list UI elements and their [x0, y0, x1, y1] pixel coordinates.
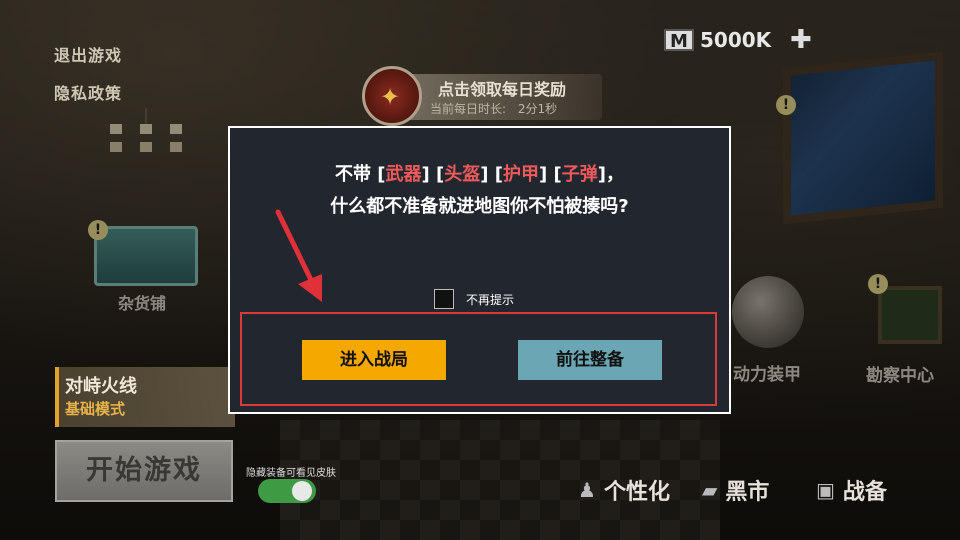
item-helmet: 头盔	[444, 164, 481, 185]
reward-timer-value: 2分1秒	[517, 102, 558, 116]
banknote-icon: ▰	[702, 478, 718, 502]
nav-black-market[interactable]: ▰ 黑市	[702, 474, 769, 506]
warning-prefix: 不带	[335, 164, 378, 185]
nav-personalize[interactable]: ♟ 个性化	[578, 474, 670, 506]
personalize-icon: ♟	[578, 478, 596, 502]
nav-personalize-label: 个性化	[603, 480, 670, 505]
nav-gear-label: 战备	[842, 480, 887, 505]
dont-show-again-row[interactable]: 不再提示	[434, 289, 514, 309]
add-currency-button[interactable]: ✚	[790, 27, 812, 53]
reward-puzzle-icon: ✦	[362, 66, 422, 126]
dont-show-again-checkbox[interactable]	[434, 289, 454, 309]
currency-icon: M	[664, 29, 694, 52]
start-game-button[interactable]: 开始游戏	[55, 440, 233, 502]
mode-selector[interactable]: 对峙火线 基础模式	[55, 367, 235, 427]
currency-amount: 5000K	[700, 28, 772, 52]
nav-gear[interactable]: ▣ 战备	[816, 474, 887, 506]
item-weapon: 武器	[385, 164, 422, 185]
reward-title: 点击领取每日奖励	[438, 80, 567, 99]
privacy-policy-link[interactable]: 隐私政策	[54, 80, 122, 104]
crate-icon: ▣	[816, 478, 835, 502]
reward-timer: 当前每日时长: 2分1秒	[430, 100, 557, 117]
warning-line-1: 不带 [武器] [头盔] [护甲] [子弹]，	[335, 164, 624, 185]
item-armor: 护甲	[503, 164, 539, 185]
daily-reward-banner[interactable]: ✦ 点击领取每日奖励 当前每日时长: 2分1秒	[362, 66, 602, 126]
mode-subtitle: 基础模式	[65, 400, 126, 418]
reward-timer-label: 当前每日时长:	[430, 102, 507, 116]
hide-gear-label: 隐藏装备可看见皮肤	[246, 468, 336, 479]
dont-show-again-label: 不再提示	[466, 292, 515, 307]
hide-gear-toggle[interactable]	[258, 479, 316, 503]
mode-title: 对峙火线	[65, 376, 137, 397]
go-prepare-button[interactable]: 前往整备	[518, 340, 662, 380]
toggle-knob	[292, 481, 312, 501]
button-highlight-box: 进入战局 前往整备	[240, 312, 717, 406]
annotation-arrow-icon	[275, 209, 322, 302]
currency-display: M 5000K	[664, 28, 771, 52]
exit-game-link[interactable]: 退出游戏	[54, 42, 122, 66]
item-ammo: 子弹	[561, 164, 598, 185]
enter-match-button[interactable]: 进入战局	[302, 340, 446, 380]
warning-suffix: ，	[605, 164, 624, 185]
nav-black-market-label: 黑市	[725, 480, 770, 505]
